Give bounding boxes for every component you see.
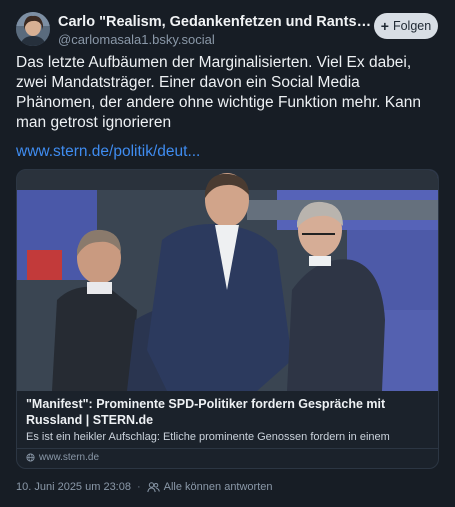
card-divider	[17, 448, 438, 449]
person-avatar-icon	[16, 12, 50, 46]
card-domain: www.stern.de	[26, 452, 99, 463]
post-container: Carlo "Realism, Gedankenfetzen und Rants…	[0, 0, 455, 507]
parliament-photo-image	[17, 170, 438, 391]
follow-button-label: Folgen	[392, 19, 432, 33]
meta-separator: ·	[136, 481, 141, 493]
reply-setting-label: Alle können antworten	[163, 481, 273, 493]
follow-button[interactable]: + Folgen	[374, 13, 438, 39]
card-description: Es ist ein heikler Aufschlag: Etliche pr…	[26, 431, 390, 443]
author-avatar[interactable]	[16, 12, 50, 46]
author-handle[interactable]: @carlomasala1.bsky.social	[58, 32, 215, 47]
post-link[interactable]: www.stern.de/politik/deut...	[16, 143, 200, 161]
people-icon	[146, 481, 160, 492]
post-meta: 10. Juni 2025 um 23:08 · Alle können ant…	[16, 481, 273, 493]
card-title: "Manifest": Prominente SPD-Politiker for…	[26, 397, 386, 427]
plus-icon: +	[380, 18, 389, 34]
post-text: Das letzte Aufbäumen der Marginalisierte…	[16, 54, 421, 131]
author-name[interactable]: Carlo "Realism, Gedankenfetzen und Rants…	[58, 14, 373, 30]
reply-setting: Alle können antworten	[146, 481, 273, 493]
card-domain-label: www.stern.de	[39, 452, 100, 463]
post-timestamp[interactable]: 10. Juni 2025 um 23:08	[16, 481, 131, 493]
globe-icon	[26, 453, 35, 462]
link-preview-card[interactable]: "Manifest": Prominente SPD-Politiker for…	[16, 169, 439, 469]
